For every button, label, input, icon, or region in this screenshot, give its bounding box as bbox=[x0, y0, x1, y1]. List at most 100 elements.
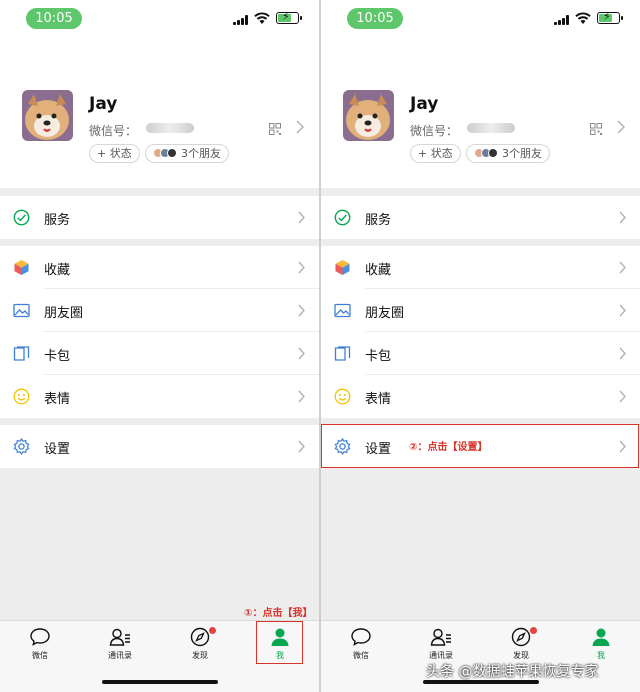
cellular-signal-icon bbox=[233, 15, 251, 25]
chevron-right-icon bbox=[298, 261, 305, 274]
menu-item-settings[interactable]: 设置 bbox=[0, 425, 319, 468]
chat-bubble-icon bbox=[351, 628, 371, 646]
tab-label: 发现 bbox=[192, 651, 208, 660]
chevron-right-icon bbox=[619, 390, 626, 403]
tab-me[interactable]: 我 bbox=[573, 627, 629, 661]
highlight-me-tab bbox=[256, 621, 303, 664]
friends-chip-label: 3个朋友 bbox=[502, 147, 542, 160]
favorites-cube-icon bbox=[14, 260, 29, 275]
tab-label: 微信 bbox=[353, 651, 369, 660]
chevron-right-icon bbox=[619, 211, 626, 224]
battery-icon: ⚡ bbox=[597, 10, 623, 24]
status-time: 10:05 bbox=[347, 8, 403, 29]
notification-dot bbox=[530, 627, 537, 634]
menu-item-cards[interactable]: 卡包 bbox=[321, 332, 640, 375]
menu-item-favorites[interactable]: 收藏 bbox=[321, 246, 640, 289]
smiley-icon bbox=[334, 388, 351, 405]
profile-card[interactable]: Jay 微信号： + 状态 3个朋友 bbox=[321, 40, 640, 188]
compass-icon bbox=[511, 627, 531, 647]
qr-code-icon[interactable] bbox=[590, 123, 602, 135]
profile-card[interactable]: Jay 微信号： + 状态 3个朋友 bbox=[0, 40, 319, 188]
chevron-right-icon bbox=[298, 347, 305, 360]
menu-item-service[interactable]: 服务 bbox=[321, 196, 640, 239]
menu-item-moments[interactable]: 朋友圈 bbox=[321, 289, 640, 332]
smiley-icon bbox=[13, 388, 30, 405]
tab-discover[interactable]: 发现 bbox=[493, 627, 549, 661]
annotation-step1: ①：点击【我】 bbox=[244, 608, 313, 619]
menu-label: 卡包 bbox=[365, 349, 392, 364]
menu-label: 服务 bbox=[365, 213, 392, 228]
friends-chip[interactable]: 3个朋友 bbox=[466, 144, 550, 163]
menu-label: 收藏 bbox=[365, 263, 392, 278]
left-screen: 10:05 ⚡ Jay 微信号： + 状态 3个朋友 服务 收藏 朋友圈 卡包 bbox=[0, 0, 319, 692]
compass-icon bbox=[190, 627, 210, 647]
chevron-right-icon bbox=[298, 211, 305, 224]
favorites-cube-icon bbox=[335, 260, 350, 275]
cellular-signal-icon bbox=[554, 15, 572, 25]
wechat-id-label: 微信号： bbox=[89, 124, 138, 138]
gear-icon bbox=[13, 438, 30, 455]
status-bar: 10:05 ⚡ bbox=[0, 0, 319, 40]
menu-item-service[interactable]: 服务 bbox=[0, 196, 319, 239]
tab-label: 通讯录 bbox=[429, 651, 453, 660]
avatar[interactable] bbox=[22, 90, 73, 141]
chevron-right-icon bbox=[298, 390, 305, 403]
menu-item-stickers[interactable]: 表情 bbox=[321, 375, 640, 418]
card-wallet-icon bbox=[13, 346, 30, 361]
wifi-icon bbox=[575, 12, 591, 24]
wechat-id-blurred bbox=[146, 123, 194, 133]
chevron-right-icon bbox=[298, 304, 305, 317]
profile-name: Jay bbox=[89, 94, 118, 114]
tab-contacts[interactable]: 通讯录 bbox=[413, 627, 469, 661]
card-wallet-icon bbox=[334, 346, 351, 361]
tab-discover[interactable]: 发现 bbox=[172, 627, 228, 661]
chat-bubble-icon bbox=[30, 628, 50, 646]
contacts-icon bbox=[109, 628, 130, 646]
friends-chip-label: 3个朋友 bbox=[181, 147, 221, 160]
menu-label: 表情 bbox=[365, 392, 392, 407]
tab-label: 发现 bbox=[513, 651, 529, 660]
wifi-icon bbox=[254, 12, 270, 24]
watermark: 头条 @数据蛙苹果恢复专家 bbox=[426, 664, 599, 680]
menu-label: 卡包 bbox=[44, 349, 71, 364]
annotation-step2: ②：点击【设置】 bbox=[409, 442, 488, 453]
status-chip[interactable]: + 状态 bbox=[89, 144, 140, 163]
menu-item-favorites[interactable]: 收藏 bbox=[0, 246, 319, 289]
menu-item-stickers[interactable]: 表情 bbox=[0, 375, 319, 418]
friends-chip[interactable]: 3个朋友 bbox=[145, 144, 229, 163]
tab-label: 通讯录 bbox=[108, 651, 132, 660]
tab-label: 我 bbox=[597, 651, 605, 660]
menu-label: 服务 bbox=[44, 213, 71, 228]
me-person-icon bbox=[592, 628, 610, 646]
menu-label: 收藏 bbox=[44, 263, 71, 278]
moments-picture-icon bbox=[13, 303, 30, 318]
service-icon bbox=[13, 209, 30, 226]
tab-chats[interactable]: 微信 bbox=[12, 627, 68, 661]
menu-label: 朋友圈 bbox=[365, 306, 405, 321]
avatar[interactable] bbox=[343, 90, 394, 141]
menu-label: 表情 bbox=[44, 392, 71, 407]
menu-label: 朋友圈 bbox=[44, 306, 84, 321]
tab-chats[interactable]: 微信 bbox=[333, 627, 389, 661]
contacts-icon bbox=[430, 628, 451, 646]
profile-name: Jay bbox=[410, 94, 439, 114]
status-time: 10:05 bbox=[26, 8, 82, 29]
status-bar: 10:05 ⚡ bbox=[321, 0, 640, 40]
chevron-right-icon bbox=[619, 304, 626, 317]
chevron-right-icon bbox=[617, 120, 625, 134]
status-chip[interactable]: + 状态 bbox=[410, 144, 461, 163]
menu-item-cards[interactable]: 卡包 bbox=[0, 332, 319, 375]
service-icon bbox=[334, 209, 351, 226]
notification-dot bbox=[209, 627, 216, 634]
chevron-right-icon bbox=[619, 261, 626, 274]
tab-contacts[interactable]: 通讯录 bbox=[92, 627, 148, 661]
wechat-id-blurred bbox=[467, 123, 515, 133]
tab-label: 微信 bbox=[32, 651, 48, 660]
qr-code-icon[interactable] bbox=[269, 123, 281, 135]
menu-item-moments[interactable]: 朋友圈 bbox=[0, 289, 319, 332]
moments-picture-icon bbox=[334, 303, 351, 318]
chevron-right-icon bbox=[296, 120, 304, 134]
chevron-right-icon bbox=[619, 347, 626, 360]
chevron-right-icon bbox=[298, 440, 305, 453]
wechat-id-label: 微信号： bbox=[410, 124, 459, 138]
